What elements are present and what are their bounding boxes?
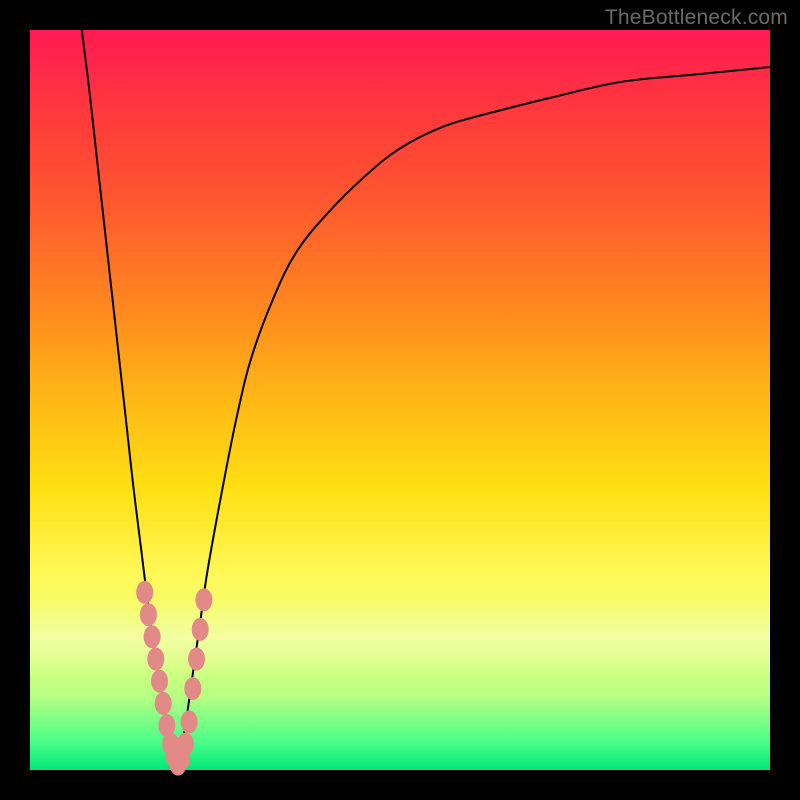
data-marker [148,648,164,670]
plot-area [30,30,770,770]
curve-layer [82,30,770,770]
data-marker [144,626,160,648]
data-marker [181,711,197,733]
data-marker [185,678,201,700]
data-marker [152,670,168,692]
watermark-text: TheBottleneck.com [605,6,788,30]
marker-layer [137,581,212,775]
data-marker [192,618,208,640]
data-marker [177,733,193,755]
data-marker [137,581,153,603]
series-right-branch [178,67,770,770]
chart-frame: TheBottleneck.com [0,0,800,800]
data-marker [189,648,205,670]
chart-svg [30,30,770,770]
data-marker [196,589,212,611]
data-marker [155,692,171,714]
data-marker [140,604,156,626]
